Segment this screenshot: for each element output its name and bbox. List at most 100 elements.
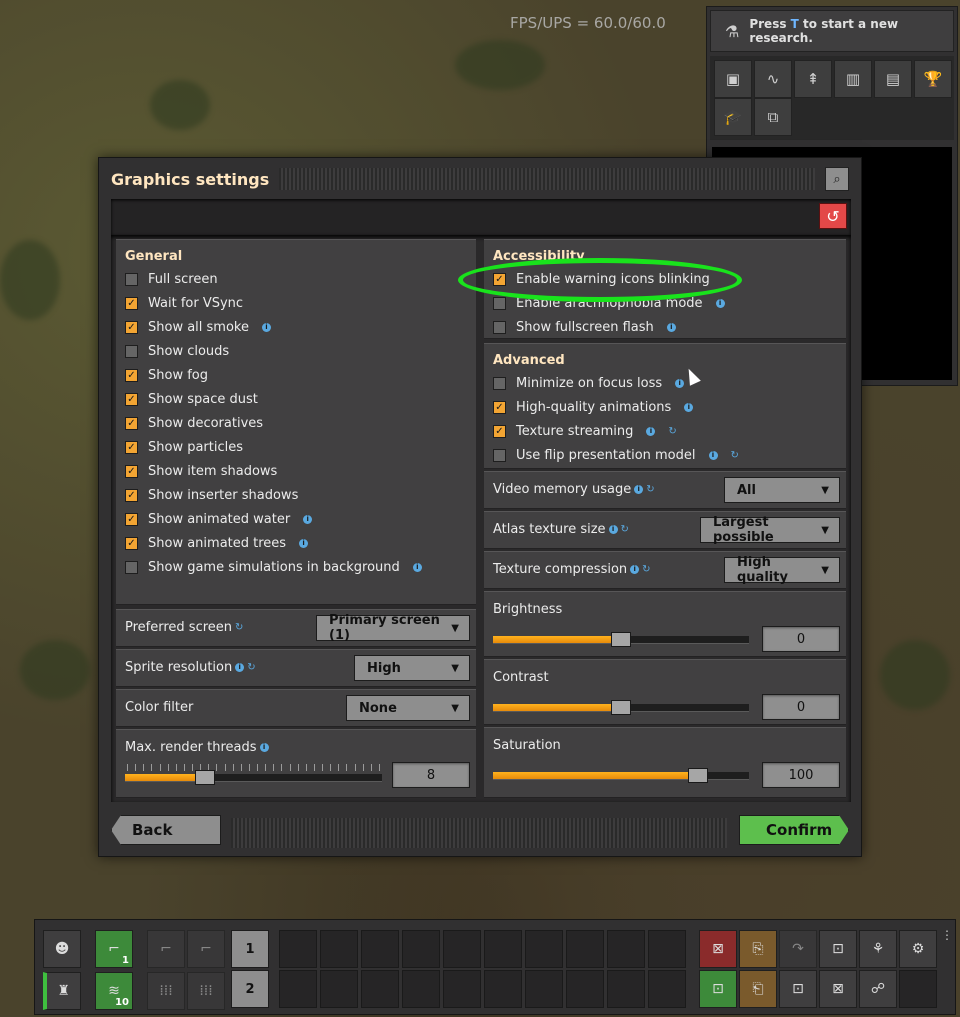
checkbox-checked[interactable]: ✓ — [125, 489, 138, 502]
reset-button[interactable]: ↺ — [819, 203, 847, 229]
deconstruct-shortcut[interactable]: ⊠ — [699, 930, 737, 968]
quickbar-slot[interactable] — [320, 970, 358, 1008]
blueprint-shortcut[interactable]: ⊡ — [699, 970, 737, 1008]
quickbar-slot[interactable] — [361, 970, 399, 1008]
checkbox-row[interactable]: Minimize on focus loss i — [493, 376, 685, 391]
map-icon[interactable]: ▣ — [714, 60, 752, 98]
quickbar-slot[interactable] — [443, 970, 481, 1008]
footer-drag-handle[interactable] — [231, 818, 727, 848]
factoriopedia-icon[interactable]: ▥ — [834, 60, 872, 98]
upgrade-shortcut[interactable]: ⊡ — [819, 930, 857, 968]
atlas-size-dropdown[interactable]: Largest possible ▼ — [700, 515, 840, 545]
back-button[interactable]: Back — [111, 815, 221, 845]
production-stats-icon[interactable]: ∿ — [754, 60, 792, 98]
achievements-icon[interactable]: 🏆 — [914, 60, 952, 98]
saturation-value[interactable]: 100 — [762, 762, 840, 788]
dialog-titlebar[interactable]: Graphics settings ⌕ — [111, 166, 849, 192]
quickbar-slot[interactable] — [607, 930, 645, 968]
ammo-slot[interactable]: ⁞⁞⁞ — [147, 972, 185, 1010]
ammo-slot[interactable]: ⁞⁞⁞ — [187, 972, 225, 1010]
quickbar-slot[interactable] — [402, 930, 440, 968]
checkbox-checked[interactable]: ✓ — [125, 513, 138, 526]
contrast-slider[interactable] — [493, 700, 749, 715]
checkbox-unchecked[interactable] — [125, 561, 138, 574]
checkbox-row[interactable]: ✓ Show fog — [125, 368, 208, 383]
contrast-value[interactable]: 0 — [762, 694, 840, 720]
texture-compression-dropdown[interactable]: High quality ▼ — [724, 555, 840, 585]
checkbox-row[interactable]: Use flip presentation model i ↻ — [493, 448, 739, 463]
weapon-slot[interactable]: ⌐ — [147, 930, 185, 968]
slider-knob[interactable] — [611, 632, 631, 647]
brightness-value[interactable]: 0 — [762, 626, 840, 652]
checkbox-checked[interactable]: ✓ — [125, 393, 138, 406]
checkbox-checked[interactable]: ✓ — [493, 425, 506, 438]
checkbox-checked[interactable]: ✓ — [125, 321, 138, 334]
checkbox-checked[interactable]: ✓ — [125, 441, 138, 454]
checkbox-row[interactable]: ✓ Show particles — [125, 440, 243, 455]
pistol-slot[interactable]: ⌐ 1 — [95, 930, 133, 968]
color-filter-dropdown[interactable]: None ▼ — [346, 695, 470, 721]
research-prompt[interactable]: ⚗ Press T to start a new research. — [710, 10, 954, 52]
slider-knob[interactable] — [194, 770, 215, 785]
artillery-shortcut[interactable]: ⚘ — [859, 930, 897, 968]
video-memory-dropdown[interactable]: All ▼ — [724, 477, 840, 503]
quickbar-slot[interactable] — [566, 970, 604, 1008]
quickbar-page-1[interactable]: 1 — [231, 930, 269, 968]
confirm-button[interactable]: Confirm — [739, 815, 849, 845]
checkbox-row[interactable]: ✓ Show space dust — [125, 392, 258, 407]
checkbox-unchecked[interactable] — [493, 377, 506, 390]
checkbox-row[interactable]: ✓ Show item shadows — [125, 464, 277, 479]
checkbox-checked[interactable]: ✓ — [125, 465, 138, 478]
sprite-resolution-dropdown[interactable]: High ▼ — [354, 655, 470, 681]
quickbar-slot[interactable] — [279, 970, 317, 1008]
saturation-slider[interactable] — [493, 768, 749, 783]
slider-knob[interactable] — [687, 768, 708, 783]
quickbar-slot[interactable] — [525, 970, 563, 1008]
render-threads-value[interactable]: 8 — [392, 762, 470, 788]
checkbox-unchecked[interactable] — [125, 273, 138, 286]
shortcut-slot[interactable] — [899, 970, 937, 1008]
checkbox-checked[interactable]: ✓ — [493, 401, 506, 414]
checkbox-row[interactable]: ✓ Show animated trees i — [125, 536, 309, 551]
checkbox-row[interactable]: ✓ High-quality animations i — [493, 400, 694, 415]
cut-shortcut[interactable]: ⊡ — [779, 970, 817, 1008]
quickbar-slot[interactable] — [361, 930, 399, 968]
checkbox-checked[interactable]: ✓ — [125, 297, 138, 310]
blueprint-icon[interactable]: ⧉ — [754, 98, 792, 136]
shortcut-slot[interactable]: ⚙ — [899, 930, 937, 968]
checkbox-row[interactable]: ✓ Show all smoke i — [125, 320, 271, 335]
checkbox-row[interactable]: ✓ Texture streaming i ↻ — [493, 424, 677, 439]
checkbox-checked[interactable]: ✓ — [125, 369, 138, 382]
checkbox-row[interactable]: Show game simulations in background i — [125, 560, 422, 575]
shortcut-slot[interactable]: ⊠ — [819, 970, 857, 1008]
quickbar-slot[interactable] — [566, 930, 604, 968]
brightness-slider[interactable] — [493, 632, 749, 647]
tips-icon[interactable]: 🎓 — [714, 98, 752, 136]
quickbar-slot[interactable] — [443, 930, 481, 968]
copy-shortcut[interactable]: ⎘ — [739, 930, 777, 968]
checkbox-row[interactable]: ✓ Wait for VSync — [125, 296, 243, 311]
quickbar-slot[interactable] — [484, 930, 522, 968]
quickbar-page-2[interactable]: 2 — [231, 970, 269, 1008]
checkbox-unchecked[interactable] — [125, 345, 138, 358]
checkbox-row[interactable]: ✓ Show decoratives — [125, 416, 263, 431]
more-icon[interactable]: ⋮ — [941, 928, 953, 942]
checkbox-row[interactable]: Show clouds — [125, 344, 229, 359]
quickbar-slot[interactable] — [320, 930, 358, 968]
quickbar-slot[interactable] — [402, 970, 440, 1008]
quickbar-slot[interactable] — [648, 970, 686, 1008]
paste-shortcut[interactable]: ⎗ — [739, 970, 777, 1008]
slider-knob[interactable] — [611, 700, 631, 715]
logistics-icon[interactable]: ⇞ — [794, 60, 832, 98]
weapon-slot[interactable]: ⌐ — [187, 930, 225, 968]
checkbox-checked[interactable]: ✓ — [125, 537, 138, 550]
checkbox-unchecked[interactable] — [493, 321, 506, 334]
armor-slot[interactable]: ♜ — [43, 972, 81, 1010]
character-armor-slot[interactable]: ☻ — [43, 930, 81, 968]
preferred-screen-dropdown[interactable]: Primary screen (1) ▼ — [316, 613, 470, 643]
search-button[interactable]: ⌕ — [825, 167, 849, 191]
checkbox-unchecked[interactable] — [493, 449, 506, 462]
quickbar-slot[interactable] — [279, 930, 317, 968]
checkbox-row[interactable]: Full screen — [125, 272, 218, 287]
ammo-slot[interactable]: ≋ 10 — [95, 972, 133, 1010]
